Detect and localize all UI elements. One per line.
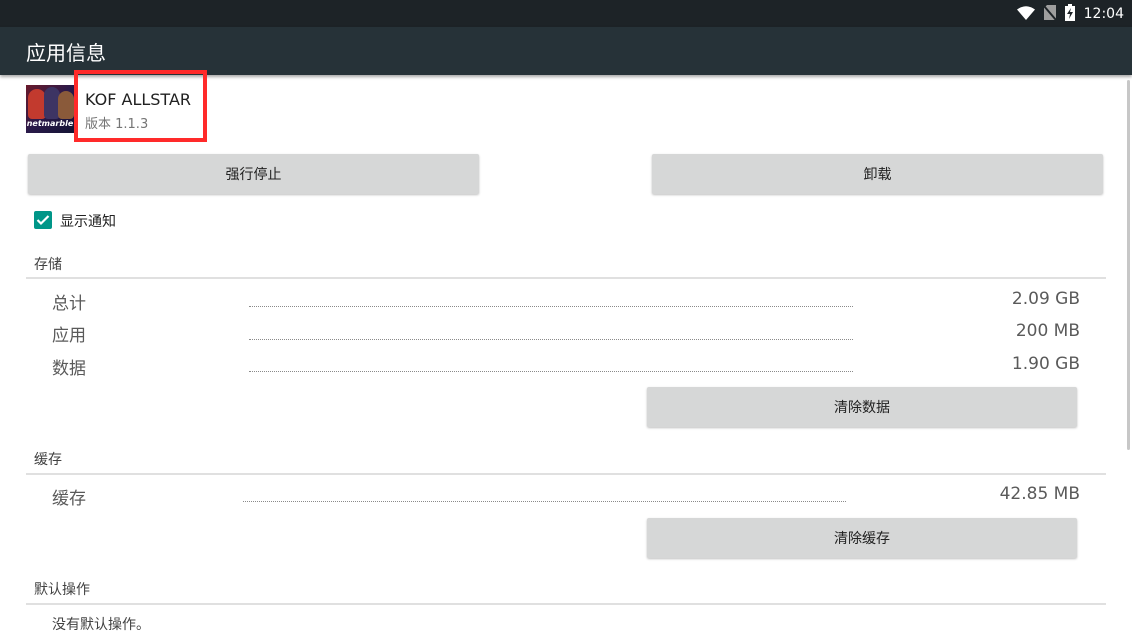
app-icon-logo-text: netmarble	[26, 119, 74, 128]
storage-row-value: 200 MB	[1015, 321, 1080, 341]
storage-row-dots	[249, 371, 853, 372]
status-icons: 12:04	[1016, 3, 1124, 25]
app-version: 版本 1.1.3	[85, 117, 149, 132]
scrollbar[interactable]	[1127, 80, 1130, 450]
storage-row-dots	[249, 339, 853, 340]
storage-row-value: 2.09 GB	[1011, 289, 1080, 309]
cache-row-dots	[243, 501, 846, 502]
defaults-header: 默认操作	[34, 582, 90, 598]
app-bar: 应用信息	[0, 27, 1132, 75]
clear-cache-button[interactable]: 清除缓存	[647, 518, 1077, 558]
battery-charging-icon	[1064, 3, 1075, 25]
storage-header: 存储	[34, 257, 62, 273]
app-name: KOF ALLSTAR	[85, 90, 192, 109]
cache-divider	[26, 473, 1106, 475]
status-time: 12:04	[1083, 6, 1124, 22]
checkmark-icon	[36, 215, 50, 226]
wifi-icon	[1016, 5, 1035, 24]
no-sim-icon	[1042, 4, 1057, 24]
storage-row-dots	[249, 306, 853, 307]
status-bar: 12:04	[0, 0, 1132, 27]
no-default-actions-text: 没有默认操作。	[52, 617, 150, 633]
cache-row-label: 缓存	[52, 489, 86, 509]
force-stop-button[interactable]: 强行停止	[28, 154, 479, 194]
storage-row-label: 总计	[52, 294, 86, 314]
show-notifications-checkbox[interactable]	[34, 211, 52, 229]
cache-header: 缓存	[34, 452, 62, 468]
clear-data-button[interactable]: 清除数据	[647, 387, 1077, 427]
storage-divider	[26, 277, 1106, 279]
cache-row-value: 42.85 MB	[999, 484, 1080, 504]
page-title: 应用信息	[26, 41, 106, 65]
storage-row-label: 应用	[52, 326, 86, 346]
uninstall-button[interactable]: 卸载	[652, 154, 1103, 194]
show-notifications-label[interactable]: 显示通知	[60, 211, 116, 231]
storage-row-value: 1.90 GB	[1011, 354, 1080, 374]
app-icon: netmarble	[26, 85, 74, 133]
storage-row-label: 数据	[52, 359, 86, 379]
defaults-divider	[26, 603, 1106, 605]
